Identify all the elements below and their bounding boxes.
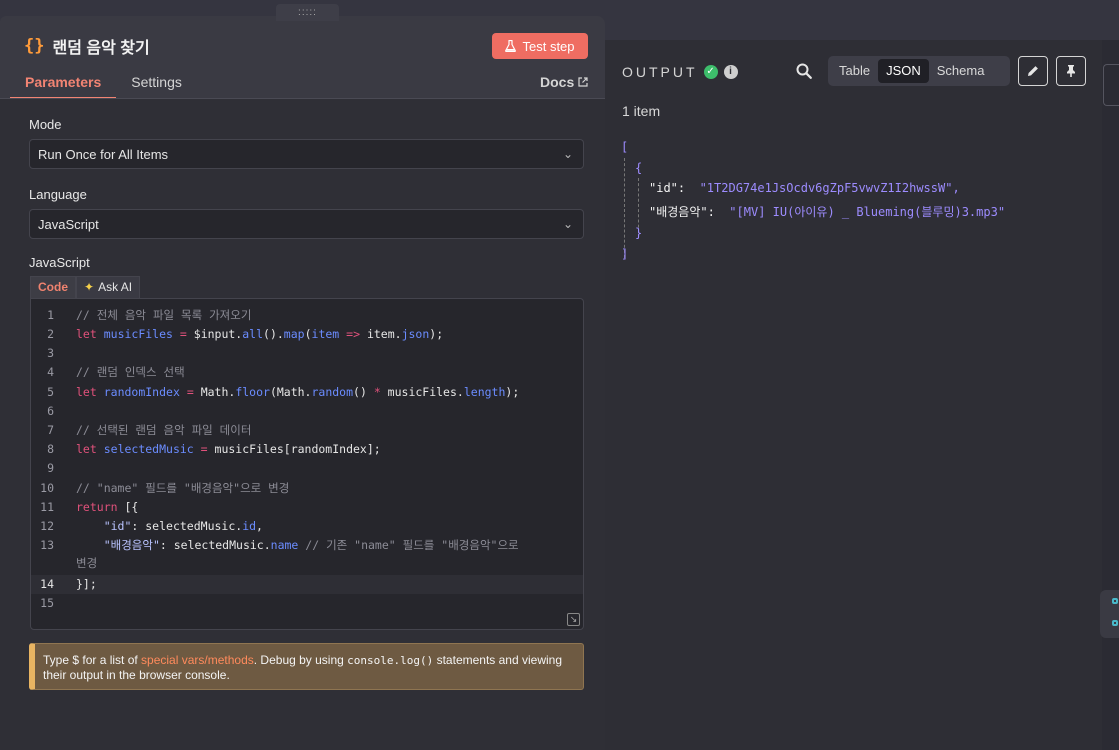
pencil-icon [1028, 66, 1038, 76]
code-text: }]; [76, 577, 97, 591]
pin-icon [1067, 65, 1075, 77]
output-items-count: 1 item [622, 103, 661, 119]
connector-icon [1112, 598, 1118, 604]
json-entry-bgm: "배경음악": "[MV] IU(아이유) _ Blueming(블루밍)3.m… [649, 205, 1006, 219]
output-panel [605, 40, 1102, 750]
code-hint-notice: Type $ for a list of special vars/method… [29, 643, 584, 690]
code-line: 10// "name" 필드를 "배경음악"으로 변경 [40, 481, 290, 495]
test-step-button[interactable]: Test step [492, 33, 588, 59]
search-icon[interactable] [795, 62, 813, 80]
code-wrapped-text: 변경 [76, 556, 98, 570]
code-text: "배경음악": selectedMusic.name // 기존 "name" … [103, 538, 519, 552]
output-header: OUTPUT ✓ i [622, 64, 738, 80]
code-section-label: JavaScript [29, 255, 90, 270]
docs-label: Docs [540, 74, 575, 90]
expand-icon[interactable]: ↘ [567, 613, 580, 626]
code-text: "id": selectedMusic.id, [103, 519, 263, 533]
code-line: 8 let selectedMusic = musicFiles[randomIn… [31, 440, 583, 459]
code-text: let selectedMusic = musicFiles[randomInd… [76, 442, 381, 456]
success-check-icon: ✓ [703, 65, 718, 79]
code-line: 1// 전체 음악 파일 목록 가져오기 [47, 308, 252, 322]
code-text: let musicFiles = $input.all().map(item =… [76, 327, 444, 341]
code-line: 15 [40, 596, 54, 610]
view-json-button[interactable]: JSON [878, 59, 929, 83]
node-header: {} 랜덤 음악 찾기 [24, 34, 150, 58]
drag-handle[interactable]: ::::: [276, 4, 339, 21]
code-line: 12 "id": selectedMusic.id, [31, 517, 583, 536]
language-label: Language [29, 187, 87, 202]
connector-icon [1112, 620, 1118, 626]
code-editor[interactable]: 1// 전체 음악 파일 목록 가져오기 2 let musicFiles = $… [30, 298, 584, 630]
canvas-edge-button[interactable] [1103, 64, 1119, 106]
canvas-node-connector[interactable] [1100, 590, 1119, 638]
mode-label: Mode [29, 117, 62, 132]
code-line: 9 [47, 461, 54, 475]
code-line: 2 let musicFiles = $input.all().map(item … [31, 325, 583, 344]
mode-select[interactable]: Run Once for All Items ⌄ [29, 139, 584, 169]
output-label: OUTPUT [622, 64, 698, 80]
view-schema-button[interactable]: Schema [929, 59, 993, 83]
external-link-icon [578, 77, 588, 87]
special-vars-link[interactable]: special vars/methods [141, 653, 254, 667]
code-text: let randomIndex = Math.floor(Math.random… [76, 385, 520, 399]
canvas-edge [1102, 40, 1119, 750]
code-line: 6 [47, 404, 54, 418]
code-tabs: Code ✦ Ask AI [30, 276, 141, 299]
code-line: 11 return [{ [31, 498, 583, 517]
tab-ask-ai[interactable]: ✦ Ask AI [76, 276, 141, 299]
node-title[interactable]: 랜덤 음악 찾기 [52, 34, 149, 58]
code-text: return [{ [76, 500, 139, 514]
chevron-down-icon: ⌄ [562, 217, 574, 231]
code-line: 3 [47, 346, 54, 360]
pin-output-button[interactable] [1056, 56, 1086, 86]
tab-parameters[interactable]: Parameters [10, 72, 117, 99]
code-line: 13 "배경음악": selectedMusic.name // 기존 "nam… [31, 536, 583, 555]
tab-settings[interactable]: Settings [116, 72, 197, 99]
code-line: 5 let randomIndex = Math.floor(Math.rando… [31, 383, 583, 402]
parameter-tabs: Parameters Settings [10, 72, 197, 99]
output-view-switcher: Table JSON Schema [828, 56, 1010, 86]
json-entry-id: "id": "1T2DG74e1JsOcdv6gZpF5vwvZ1I2hwssW… [649, 181, 960, 195]
flask-icon [505, 40, 517, 52]
mode-value: Run Once for All Items [38, 146, 169, 162]
test-step-label: Test step [522, 38, 575, 54]
view-table-button[interactable]: Table [831, 59, 878, 83]
code-line-active: 14}]; [31, 575, 583, 594]
ask-ai-label: Ask AI [98, 280, 133, 294]
language-value: JavaScript [38, 216, 99, 232]
info-icon[interactable]: i [723, 65, 738, 79]
code-line: 4// 랜덤 인덱스 선택 [47, 365, 185, 379]
code-line: 7// 선택된 랜덤 음악 파일 데이터 [47, 423, 252, 437]
tab-code[interactable]: Code [30, 276, 76, 299]
chevron-down-icon: ⌄ [562, 147, 574, 161]
code-node-icon: {} [24, 36, 45, 56]
language-select[interactable]: JavaScript ⌄ [29, 209, 584, 239]
docs-link[interactable]: Docs [540, 74, 588, 90]
sparkle-icon: ✦ [84, 280, 95, 294]
edit-output-button[interactable] [1018, 56, 1048, 86]
